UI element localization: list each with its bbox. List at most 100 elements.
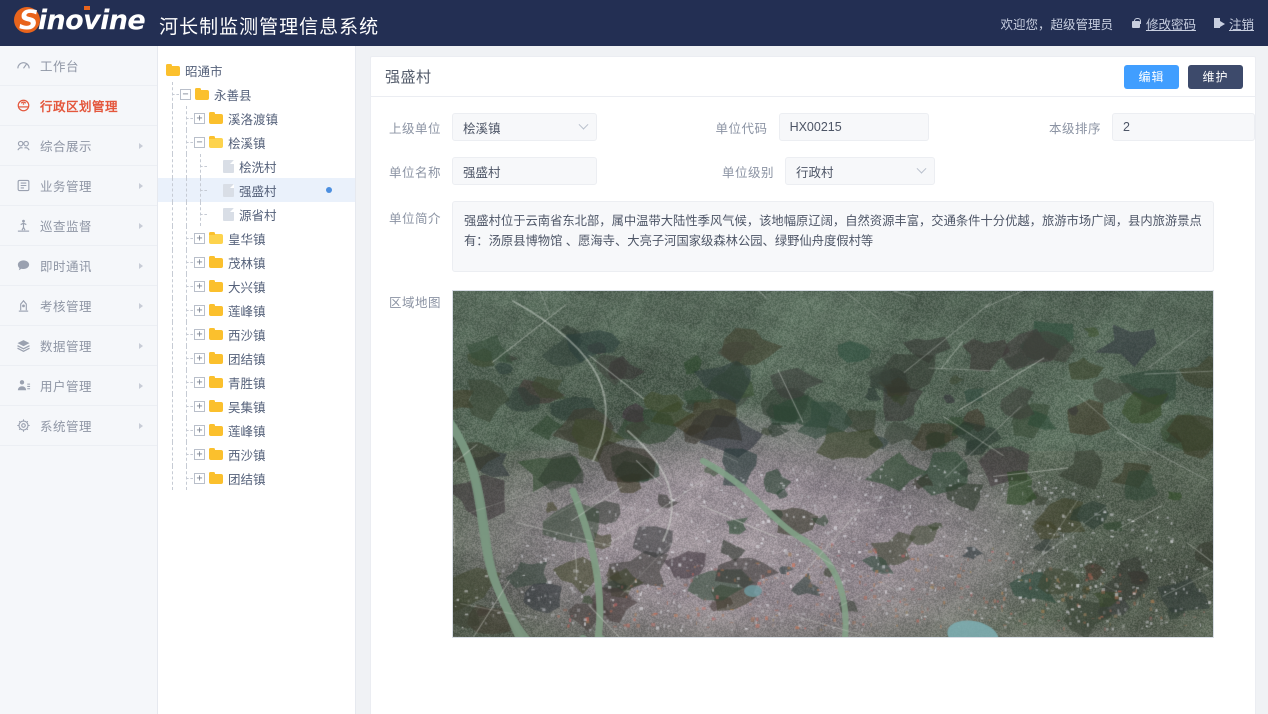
- sidebar-item-3[interactable]: 综合展示: [0, 126, 157, 166]
- tree-node[interactable]: + 青胜镇: [158, 370, 355, 394]
- maintain-button[interactable]: 维护: [1188, 64, 1243, 89]
- tree-toggle[interactable]: −: [180, 88, 191, 100]
- tree-guide: [180, 226, 194, 250]
- level-order-label: 本级排序: [1048, 121, 1101, 136]
- tree-toggle[interactable]: +: [194, 448, 205, 460]
- folder-icon: [209, 136, 223, 148]
- logout-link[interactable]: 注销: [1213, 14, 1254, 33]
- change-password-link[interactable]: 修改密码: [1131, 14, 1196, 33]
- tree-node[interactable]: 昭通市: [158, 58, 355, 82]
- tree-node-label: 皇华镇: [228, 232, 266, 247]
- tree-guide: [166, 442, 180, 466]
- level-order-input[interactable]: 2: [1112, 113, 1255, 141]
- tree-node[interactable]: 源省村: [158, 202, 355, 226]
- change-password-label[interactable]: 修改密码: [1146, 14, 1196, 33]
- tree-guide: [166, 394, 180, 418]
- tree-toggle[interactable]: +: [194, 352, 205, 364]
- chevron-right-icon: [139, 182, 143, 189]
- tree-toggle[interactable]: +: [194, 112, 205, 124]
- sidebar-item-6[interactable]: 即时通讯: [0, 246, 157, 286]
- tree-guide: [180, 202, 194, 226]
- tree-node[interactable]: + 大兴镇: [158, 274, 355, 298]
- sidebar-item-7[interactable]: 考核管理: [0, 286, 157, 326]
- folder-icon: [209, 376, 223, 388]
- map-row: 区域地图: [371, 290, 1255, 638]
- tree-node-label: 团结镇: [228, 472, 266, 487]
- sidebar-item-4[interactable]: 业务管理: [0, 166, 157, 206]
- tree-node-label: 吴集镇: [228, 400, 266, 415]
- tree-node[interactable]: + 团结镇: [158, 346, 355, 370]
- tree-node-label: 西沙镇: [228, 448, 266, 463]
- folder-icon: [166, 64, 180, 76]
- tree-node[interactable]: + 溪洛渡镇: [158, 106, 355, 130]
- tree-node[interactable]: + 皇华镇: [158, 226, 355, 250]
- tree-node[interactable]: 桧洗村: [158, 154, 355, 178]
- form-row-2: 单位名称 强盛村 单位级别 行政村: [371, 157, 1255, 185]
- unit-level-value: 行政村: [796, 165, 834, 180]
- unit-level-select[interactable]: 行政村: [785, 157, 935, 185]
- tree-toggle[interactable]: +: [194, 280, 205, 292]
- folder-icon: [209, 304, 223, 316]
- chat-icon: [16, 258, 31, 273]
- region-map[interactable]: [452, 290, 1214, 638]
- sidebar-item-label: 工作台: [40, 60, 80, 74]
- sidebar-item-5[interactable]: 巡查监督: [0, 206, 157, 246]
- sidebar-item-1[interactable]: 工作台: [0, 46, 157, 86]
- tree-node[interactable]: + 茂林镇: [158, 250, 355, 274]
- header-right-area: 欢迎您，超级管理员 修改密码 注销: [1000, 0, 1254, 46]
- logout-label[interactable]: 注销: [1229, 14, 1254, 33]
- tree-toggle-placeholder: [208, 161, 219, 172]
- folder-icon: [209, 400, 223, 412]
- intro-textarea[interactable]: 强盛村位于云南省东北部，属中温带大陆性季风气候，该地幅原辽阔，自然资源丰富，交通…: [452, 201, 1214, 272]
- tree-node-label: 桧溪镇: [228, 136, 266, 151]
- tree-guide: [166, 322, 180, 346]
- folder-icon: [209, 424, 223, 436]
- tree-node[interactable]: + 莲峰镇: [158, 418, 355, 442]
- sidebar-item-label: 考核管理: [40, 300, 93, 314]
- tree-guide: [180, 130, 194, 154]
- tree-toggle[interactable]: +: [194, 424, 205, 436]
- chevron-down-icon: [916, 163, 927, 174]
- tree-node[interactable]: + 西沙镇: [158, 442, 355, 466]
- tree-node-label: 茂林镇: [228, 256, 266, 271]
- tree-toggle[interactable]: +: [194, 472, 205, 484]
- folder-icon: [209, 328, 223, 340]
- unit-name-input[interactable]: 强盛村: [452, 157, 597, 185]
- tree-guide: [166, 226, 180, 250]
- tree-guide: [166, 178, 180, 202]
- tree-guide: [180, 418, 194, 442]
- tree-toggle[interactable]: −: [194, 136, 205, 148]
- tree-node[interactable]: + 吴集镇: [158, 394, 355, 418]
- assessment-icon: [16, 298, 31, 313]
- tree-toggle[interactable]: +: [194, 328, 205, 340]
- tree-node[interactable]: + 团结镇: [158, 466, 355, 490]
- tree-toggle[interactable]: +: [194, 232, 205, 244]
- tree-toggle[interactable]: +: [194, 376, 205, 388]
- chevron-right-icon: [139, 302, 143, 309]
- tree-toggle[interactable]: +: [194, 400, 205, 412]
- unit-name-value: 强盛村: [463, 165, 501, 180]
- tree-toggle[interactable]: +: [194, 304, 205, 316]
- user-icon: [16, 378, 31, 393]
- tree-node[interactable]: + 西沙镇: [158, 322, 355, 346]
- tree-node[interactable]: + 莲峰镇: [158, 298, 355, 322]
- edit-button[interactable]: 编辑: [1124, 64, 1179, 89]
- region-map-canvas: [453, 291, 1213, 637]
- chevron-right-icon: [139, 422, 143, 429]
- tree-node[interactable]: − 桧溪镇: [158, 130, 355, 154]
- file-icon: [223, 159, 234, 173]
- tree-node[interactable]: 强盛村: [158, 178, 355, 202]
- unit-code-value: HX00215: [789, 120, 842, 134]
- region-tree-panel: 昭通市 − 永善县 + 溪洛渡镇 − 桧溪镇桧洗村 强盛村 源省村 + 皇华镇 + 茂林镇 + 大兴镇 + 莲峰…: [158, 46, 356, 714]
- tree-toggle-placeholder: [208, 185, 219, 196]
- unit-code-input[interactable]: HX00215: [778, 113, 929, 141]
- tree-node[interactable]: − 永善县: [158, 82, 355, 106]
- tree-guide: [180, 274, 194, 298]
- tree-toggle[interactable]: +: [194, 256, 205, 268]
- sidebar-item-2[interactable]: 行政区划管理: [0, 86, 157, 126]
- tree-node-label: 大兴镇: [228, 280, 266, 295]
- parent-unit-select[interactable]: 桧溪镇: [452, 113, 597, 141]
- sidebar-item-8[interactable]: 数据管理: [0, 326, 157, 366]
- sidebar-item-10[interactable]: 系统管理: [0, 406, 157, 446]
- sidebar-item-9[interactable]: 用户管理: [0, 366, 157, 406]
